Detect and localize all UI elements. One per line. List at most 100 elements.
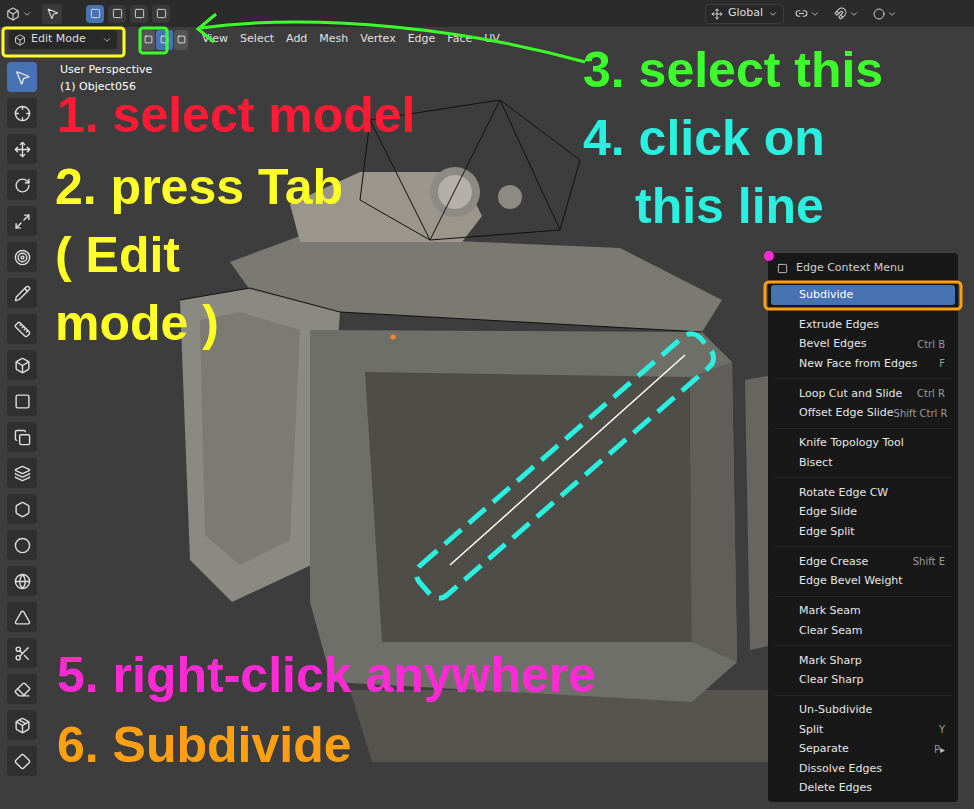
menu-item-label: Dissolve Edges	[799, 761, 882, 778]
tool-button[interactable]	[7, 62, 37, 92]
select-box-mode-button[interactable]	[108, 5, 126, 23]
menu-item[interactable]: View	[196, 31, 234, 48]
chevron-icon	[768, 9, 778, 19]
menu-item-label: Subdivide	[799, 287, 853, 304]
tool-button[interactable]	[7, 710, 37, 740]
menu-item-label: Un-Subdivide	[799, 702, 872, 719]
select-box-mode-button[interactable]	[86, 5, 104, 23]
tool-button[interactable]	[42, 4, 62, 24]
menu-group: Edge CreaseShift EEdge Bevel Weight	[768, 542, 958, 592]
select-box-mode-button[interactable]	[130, 5, 148, 23]
menu-item[interactable]: Vertex	[354, 31, 401, 48]
annotation-line: 6. Subdivide	[57, 711, 352, 779]
context-menu-item[interactable]: SplitY	[771, 720, 955, 740]
tool-button[interactable]	[7, 566, 37, 596]
tool-button[interactable]	[7, 530, 37, 560]
context-menu-item[interactable]: Mark Sharp	[771, 651, 955, 671]
select-mode-button[interactable]	[141, 30, 155, 50]
square-icon	[112, 8, 123, 19]
tool-button[interactable]	[7, 422, 37, 452]
editor-type-button[interactable]	[4, 7, 34, 21]
context-menu-item[interactable]: Rotate Edge CW	[771, 483, 955, 503]
context-menu-item[interactable]: Subdivide	[771, 285, 955, 305]
menu-group: Mark SeamClear Seam	[768, 591, 958, 641]
tool-button[interactable]	[7, 746, 37, 776]
menu-group: Extrude Edges Bevel Edges Ctrl B New Face f…	[768, 305, 958, 374]
tool-button[interactable]	[7, 314, 37, 344]
context-menu-item[interactable]: Edge CreaseShift E	[771, 552, 955, 572]
menu-item[interactable]: Mesh	[313, 31, 354, 48]
proportional-button[interactable]	[870, 8, 900, 20]
tool-button[interactable]	[7, 458, 37, 488]
snap-button[interactable]	[831, 7, 862, 20]
tool-button[interactable]	[7, 134, 37, 164]
context-menu-item[interactable]: Clear Sharp	[771, 671, 955, 691]
context-menu-item[interactable]: Offset Edge SlideShift Ctrl R	[771, 404, 955, 424]
menu-item[interactable]: Face	[441, 31, 478, 48]
menu-item-label: Extrude Edges	[799, 317, 879, 334]
context-menu-item[interactable]: Clear Seam	[771, 621, 955, 641]
context-menu-item[interactable]: SeparateP▸	[771, 740, 955, 760]
context-menu-item[interactable]: New Face from EdgesF	[771, 354, 955, 374]
context-menu-item[interactable]: Dissolve Edges	[771, 759, 955, 779]
menu-item[interactable]: Select	[234, 31, 280, 48]
menu-item[interactable]: UV	[478, 31, 506, 48]
menu-separator	[768, 591, 958, 602]
tool-button[interactable]	[7, 170, 37, 200]
menu-item-shortcut: P▸	[934, 742, 945, 757]
menu-item[interactable]: Add	[280, 31, 313, 48]
chevron-icon	[22, 9, 32, 19]
menu-separator	[768, 473, 958, 484]
menu-group: Un-SubdivideSplitYSeparateP▸Dissolve Edg…	[768, 690, 958, 798]
pivot-icon	[795, 7, 808, 20]
right-click-dot	[764, 251, 774, 261]
mode-dropdown[interactable]: Edit Mode	[8, 29, 118, 50]
tool-button[interactable]	[7, 278, 37, 308]
annotation-line: mode )	[55, 289, 343, 357]
tool-button[interactable]	[7, 242, 37, 272]
context-menu-item[interactable]: Knife Topology Tool	[771, 434, 955, 454]
context-menu-item[interactable]: Delete Edges	[771, 779, 955, 799]
menu-item-shortcut: Ctrl B	[917, 337, 945, 352]
context-menu-item[interactable]: Un-Subdivide	[771, 701, 955, 721]
context-menu-item[interactable]: Mark Seam	[771, 602, 955, 622]
menu-item-shortcut: Y	[939, 722, 945, 737]
select-mode-button[interactable]	[174, 30, 188, 50]
select-box-mode-button[interactable]	[152, 5, 170, 23]
tool-button[interactable]	[7, 350, 37, 380]
menu-item-label: Rotate Edge CW	[799, 485, 888, 502]
tool-button[interactable]	[7, 674, 37, 704]
select-box-modes	[86, 5, 170, 23]
tool-button[interactable]	[7, 494, 37, 524]
menu-item-label: Edge Slide	[799, 504, 857, 521]
tool-icon	[14, 213, 31, 230]
blender-screenshot: GlobalEdit ModeViewSelectAddMeshVertexEd…	[0, 0, 974, 809]
tool-icon	[14, 105, 31, 122]
menu-item-label: Bevel Edges	[799, 336, 867, 353]
context-menu-item[interactable]: Edge Slide	[771, 503, 955, 523]
tool-button[interactable]	[7, 98, 37, 128]
orientation-dropdown[interactable]: Global	[705, 4, 784, 24]
tool-button[interactable]	[7, 638, 37, 668]
context-menu-item[interactable]: Bisect	[771, 453, 955, 473]
orientation-label: Global	[728, 5, 763, 22]
select-mode-button[interactable]	[156, 30, 173, 50]
axes-icon	[711, 8, 723, 20]
context-menu-item[interactable]: Bevel Edges Ctrl B	[771, 335, 955, 355]
tool-button[interactable]	[7, 206, 37, 236]
edge-mode-highlight-box	[140, 28, 167, 53]
tool-button[interactable]	[7, 602, 37, 632]
pointer-icon	[46, 7, 59, 20]
context-menu-item[interactable]: Extrude Edges	[771, 315, 955, 335]
tool-icon	[14, 501, 31, 518]
chevron-icon	[810, 9, 820, 19]
context-menu-item[interactable]: Edge Bevel Weight	[771, 572, 955, 592]
annotation-line: 2. press Tab	[55, 153, 343, 221]
pivot-button[interactable]	[792, 7, 823, 20]
menu-separator	[768, 641, 958, 652]
context-menu-item[interactable]: Loop Cut and SlideCtrl R	[771, 384, 955, 404]
toolbar	[0, 52, 37, 809]
context-menu-item[interactable]: Edge Split	[771, 522, 955, 542]
tool-button[interactable]	[7, 386, 37, 416]
menu-item[interactable]: Edge	[402, 31, 442, 48]
